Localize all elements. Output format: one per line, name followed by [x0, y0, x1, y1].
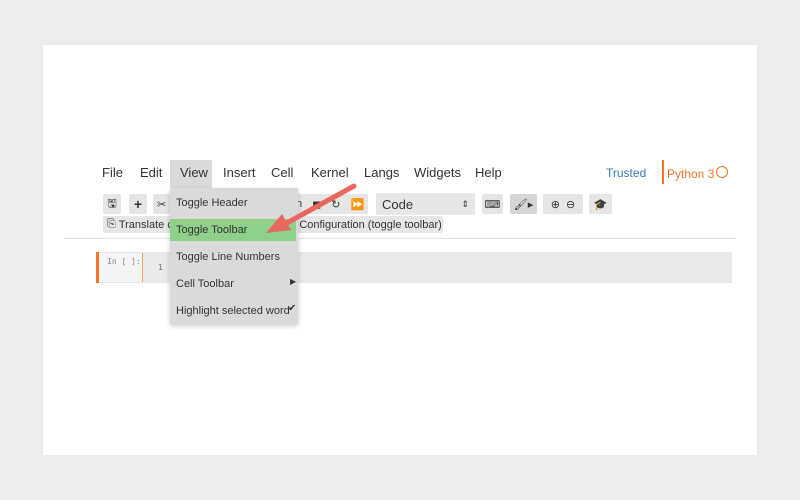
- arrow-head-icon: [266, 214, 291, 233]
- arrow-shaft: [282, 183, 357, 227]
- annotation-arrow: [266, 183, 357, 233]
